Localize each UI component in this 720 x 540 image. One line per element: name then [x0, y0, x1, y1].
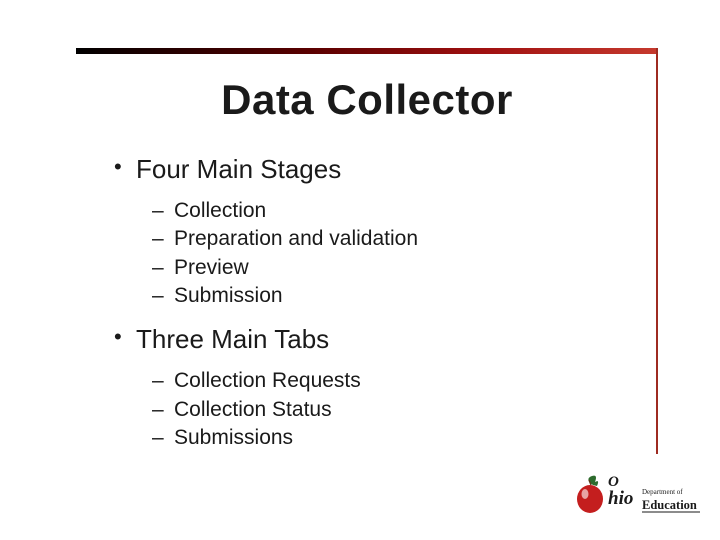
- logo-edu-text: Education: [642, 498, 697, 512]
- sub-bullet-item: Preview: [152, 254, 638, 282]
- sub-bullet-item: Submissions: [152, 424, 638, 452]
- ohio-education-logo-icon: O hio Department of Education: [570, 472, 700, 522]
- sub-bullet-list: Collection Preparation and validation Pr…: [152, 197, 638, 310]
- bullet-label: Three Main Tabs: [136, 324, 329, 354]
- sub-bullet-item: Collection Requests: [152, 367, 638, 395]
- bullet-item: Three Main Tabs Collection Requests Coll…: [114, 324, 638, 452]
- top-accent-bar: [76, 48, 658, 54]
- svg-text:hio: hio: [608, 488, 633, 509]
- sub-bullet-item: Collection Status: [152, 396, 638, 424]
- sub-bullet-item: Submission: [152, 282, 638, 310]
- bullet-list: Four Main Stages Collection Preparation …: [114, 154, 638, 452]
- slide-title: Data Collector: [76, 76, 658, 124]
- sub-bullet-list: Collection Requests Collection Status Su…: [152, 367, 638, 452]
- slide-content: Four Main Stages Collection Preparation …: [76, 154, 658, 452]
- sub-bullet-item: Preparation and validation: [152, 225, 638, 253]
- sub-bullet-item: Collection: [152, 197, 638, 225]
- right-accent-bar: [656, 48, 658, 454]
- bullet-item: Four Main Stages Collection Preparation …: [114, 154, 638, 310]
- logo-dept-text: Department of: [642, 488, 683, 496]
- bullet-label: Four Main Stages: [136, 154, 341, 184]
- slide-frame: Data Collector Four Main Stages Collecti…: [76, 48, 658, 454]
